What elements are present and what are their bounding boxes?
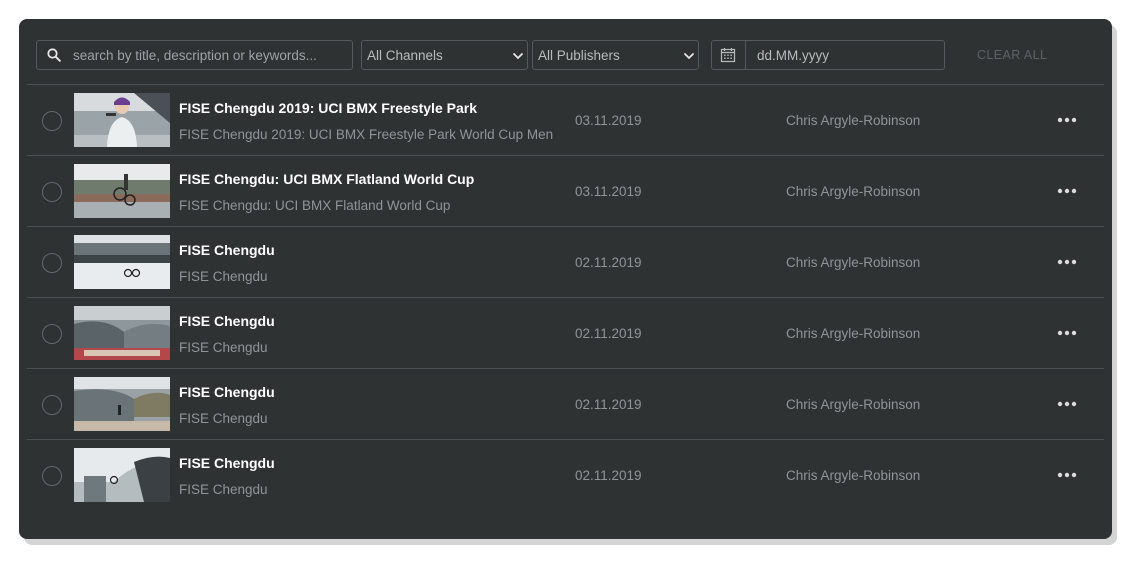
- video-thumbnail[interactable]: [74, 164, 170, 218]
- video-date: 02.11.2019: [575, 255, 642, 270]
- table-row[interactable]: FISE Chengdu 2019: UCI BMX Freestyle Par…: [27, 84, 1104, 155]
- search-icon: [47, 48, 61, 62]
- video-title[interactable]: FISE Chengdu: [179, 384, 479, 400]
- video-list: FISE Chengdu 2019: UCI BMX Freestyle Par…: [27, 84, 1104, 510]
- video-thumbnail[interactable]: [74, 377, 170, 431]
- clear-all-button[interactable]: CLEAR ALL: [977, 48, 1047, 62]
- chevron-down-icon: [513, 53, 523, 59]
- video-thumbnail[interactable]: [74, 448, 170, 502]
- video-date: 02.11.2019: [575, 397, 642, 412]
- row-select-radio[interactable]: [42, 466, 62, 486]
- video-thumbnail[interactable]: [74, 306, 170, 360]
- calendar-button[interactable]: [712, 41, 746, 69]
- video-description: FISE Chengdu: [179, 411, 268, 426]
- channel-select[interactable]: All Channels: [361, 40, 528, 70]
- video-description: FISE Chengdu: UCI BMX Flatland World Cup: [179, 198, 451, 213]
- publisher-select[interactable]: All Publishers: [532, 40, 699, 70]
- video-description: FISE Chengdu 2019: UCI BMX Freestyle Par…: [179, 127, 554, 142]
- channel-select-value: All Channels: [367, 48, 443, 63]
- table-row[interactable]: FISE Chengdu FISE Chengdu 02.11.2019 Chr…: [27, 297, 1104, 368]
- video-title[interactable]: FISE Chengdu: UCI BMX Flatland World Cup: [179, 171, 479, 187]
- more-horizontal-icon[interactable]: [1055, 396, 1079, 412]
- more-horizontal-icon[interactable]: [1055, 254, 1079, 270]
- media-list-panel: All Channels All Publishers: [19, 19, 1112, 539]
- search-input[interactable]: [73, 41, 343, 69]
- video-title[interactable]: FISE Chengdu: [179, 242, 479, 258]
- video-publisher: Chris Argyle-Robinson: [786, 397, 921, 412]
- video-title[interactable]: FISE Chengdu: [179, 313, 479, 329]
- more-horizontal-icon[interactable]: [1055, 112, 1079, 128]
- video-date: 02.11.2019: [575, 326, 642, 341]
- more-horizontal-icon[interactable]: [1055, 325, 1079, 341]
- more-horizontal-icon[interactable]: [1055, 183, 1079, 199]
- row-select-radio[interactable]: [42, 324, 62, 344]
- filter-bar: All Channels All Publishers: [19, 19, 1112, 85]
- table-row[interactable]: FISE Chengdu FISE Chengdu 02.11.2019 Chr…: [27, 368, 1104, 439]
- table-row[interactable]: FISE Chengdu: UCI BMX Flatland World Cup…: [27, 155, 1104, 226]
- video-description: FISE Chengdu: [179, 340, 268, 355]
- video-publisher: Chris Argyle-Robinson: [786, 255, 921, 270]
- video-title[interactable]: FISE Chengdu: [179, 455, 479, 471]
- video-date: 02.11.2019: [575, 468, 642, 483]
- search-box[interactable]: [36, 40, 353, 70]
- video-publisher: Chris Argyle-Robinson: [786, 326, 921, 341]
- video-date: 03.11.2019: [575, 113, 642, 128]
- video-description: FISE Chengdu: [179, 482, 268, 497]
- row-select-radio[interactable]: [42, 182, 62, 202]
- video-publisher: Chris Argyle-Robinson: [786, 113, 921, 128]
- row-select-radio[interactable]: [42, 395, 62, 415]
- calendar-icon: [720, 48, 736, 63]
- video-publisher: Chris Argyle-Robinson: [786, 468, 921, 483]
- row-select-radio[interactable]: [42, 111, 62, 131]
- date-filter[interactable]: dd.MM.yyyy: [711, 40, 945, 70]
- video-description: FISE Chengdu: [179, 269, 268, 284]
- table-row[interactable]: FISE Chengdu FISE Chengdu 02.11.2019 Chr…: [27, 439, 1104, 510]
- row-select-radio[interactable]: [42, 253, 62, 273]
- video-publisher: Chris Argyle-Robinson: [786, 184, 921, 199]
- publisher-select-value: All Publishers: [538, 48, 620, 63]
- more-horizontal-icon[interactable]: [1055, 467, 1079, 483]
- video-date: 03.11.2019: [575, 184, 642, 199]
- chevron-down-icon: [684, 53, 694, 59]
- video-thumbnail[interactable]: [74, 93, 170, 147]
- date-input-value[interactable]: dd.MM.yyyy: [757, 48, 829, 63]
- video-thumbnail[interactable]: [74, 235, 170, 289]
- table-row[interactable]: FISE Chengdu FISE Chengdu 02.11.2019 Chr…: [27, 226, 1104, 297]
- video-title[interactable]: FISE Chengdu 2019: UCI BMX Freestyle Par…: [179, 100, 479, 116]
